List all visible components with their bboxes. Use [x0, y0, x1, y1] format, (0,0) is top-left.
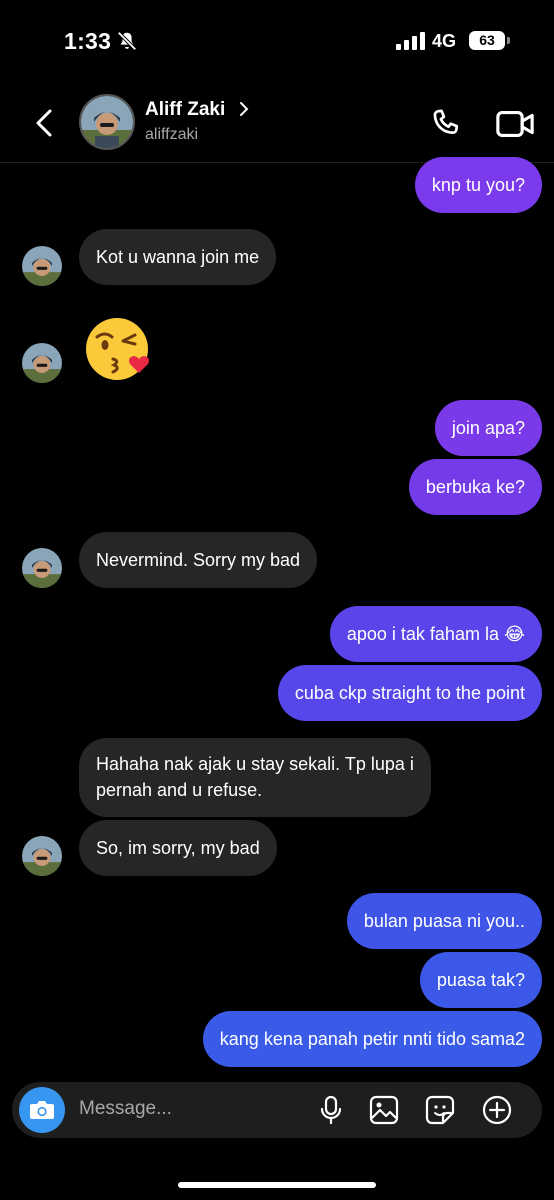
- message-line: pernah and u refuse.: [96, 780, 263, 800]
- battery-icon: 63: [469, 31, 505, 50]
- avatar[interactable]: [22, 836, 62, 876]
- message-incoming[interactable]: So, im sorry, my bad: [79, 820, 277, 876]
- message-incoming[interactable]: Nevermind. Sorry my bad: [79, 532, 318, 588]
- camera-icon: [30, 1101, 54, 1119]
- chevron-right-icon[interactable]: [237, 100, 251, 118]
- message-outgoing[interactable]: berbuka ke?: [408, 459, 542, 515]
- message-outgoing[interactable]: bulan puasa ni you..: [346, 893, 542, 949]
- status-time: 1:33: [64, 28, 112, 54]
- microphone-icon[interactable]: [315, 1094, 347, 1126]
- back-arrow-icon[interactable]: [30, 108, 60, 138]
- avatar[interactable]: [22, 343, 62, 383]
- add-plus-icon[interactable]: [481, 1094, 513, 1126]
- message-incoming[interactable]: Kot u wanna join me: [79, 229, 277, 285]
- home-indicator[interactable]: [178, 1182, 376, 1188]
- message-outgoing[interactable]: apoo i tak faham la 😂: [329, 606, 542, 662]
- message-input[interactable]: Message...: [79, 1098, 172, 1120]
- message-incoming-multiline[interactable]: Hahaha nak ajak u stay sekali. Tp lupa i…: [79, 738, 431, 817]
- camera-button[interactable]: [19, 1087, 65, 1133]
- avatar[interactable]: [22, 548, 62, 588]
- message-line: Hahaha nak ajak u stay sekali. Tp lupa i: [96, 754, 414, 774]
- message-outgoing[interactable]: join apa?: [434, 400, 542, 456]
- message-outgoing[interactable]: cuba ckp straight to the point: [277, 665, 542, 721]
- status-bar: 1:33 4G 63: [0, 0, 554, 84]
- message-outgoing[interactable]: puasa tak?: [419, 952, 542, 1008]
- message-outgoing[interactable]: knp tu you?: [414, 157, 542, 213]
- avatar[interactable]: [79, 94, 135, 150]
- chat-header: Aliff Zaki aliffzaki: [0, 84, 554, 163]
- phone-call-icon[interactable]: [428, 106, 464, 142]
- gallery-icon[interactable]: [368, 1094, 400, 1126]
- message-outgoing[interactable]: kang kena panah petir nnti tido sama2: [202, 1011, 542, 1067]
- avatar[interactable]: [22, 246, 62, 286]
- contact-username[interactable]: aliffzaki: [145, 126, 198, 144]
- cellular-signal-icon: [396, 32, 425, 50]
- silent-bell-icon: [117, 31, 137, 51]
- battery-nub: [507, 37, 510, 44]
- network-type: 4G: [432, 31, 457, 51]
- kiss-emoji-message[interactable]: [83, 315, 153, 385]
- contact-name[interactable]: Aliff Zaki: [145, 99, 225, 121]
- sticker-icon[interactable]: [424, 1094, 456, 1126]
- video-call-icon[interactable]: [495, 106, 535, 142]
- message-composer: Message...: [12, 1082, 542, 1138]
